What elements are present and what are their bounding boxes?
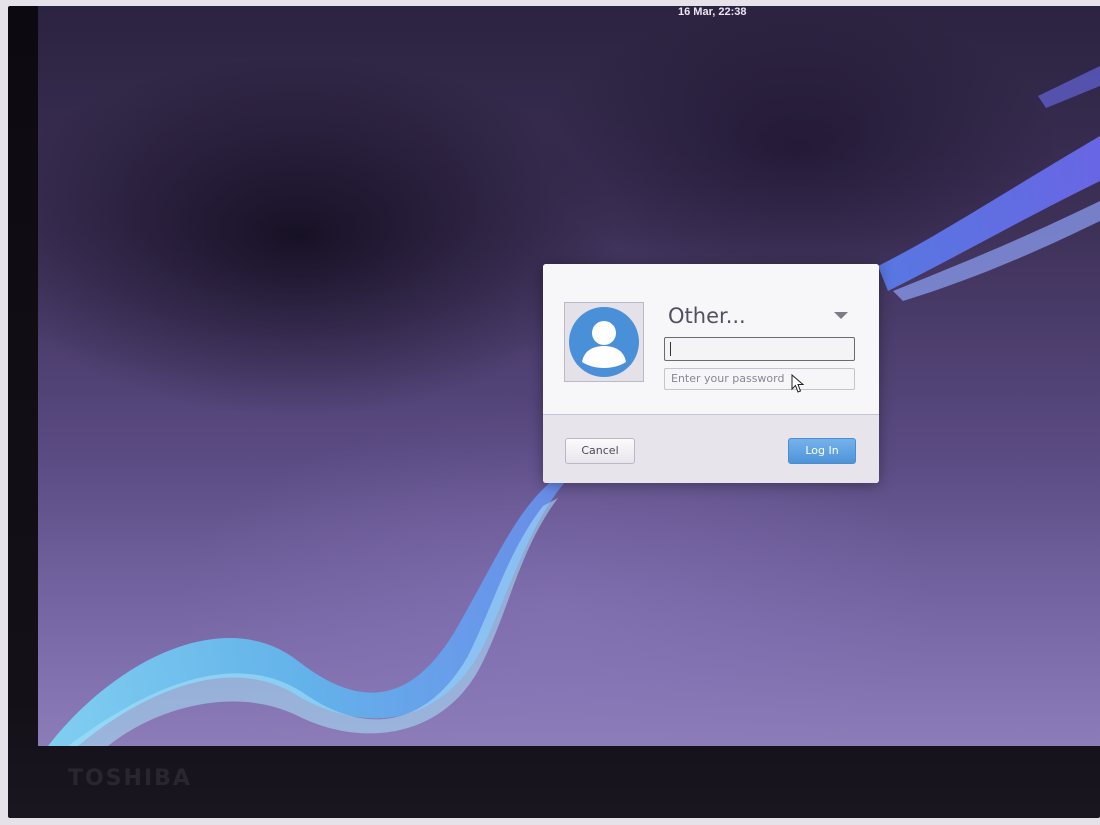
mouse-pointer-icon [791, 374, 805, 393]
monitor-brand-logo: TOSHIBA [68, 766, 192, 791]
avatar [564, 302, 644, 382]
login-button[interactable]: Log In [788, 438, 856, 464]
selected-user-name: Other... [668, 304, 746, 328]
cancel-button[interactable]: Cancel [565, 438, 635, 464]
panel-clock: 16 Mar, 22:38 [678, 6, 747, 18]
chevron-down-icon[interactable] [834, 312, 848, 319]
username-field[interactable] [664, 337, 855, 361]
photo-background: TOSHIBA 16 Mar, 22:38 Other... Enter you… [0, 0, 1100, 825]
login-screen: 16 Mar, 22:38 Other... Enter your passwo… [38, 6, 1100, 746]
login-dialog: Other... Enter your password Cancel Log … [543, 264, 879, 483]
password-field[interactable]: Enter your password [664, 368, 855, 390]
text-caret [670, 342, 671, 356]
user-avatar-icon [569, 307, 639, 377]
password-placeholder: Enter your password [671, 372, 785, 385]
